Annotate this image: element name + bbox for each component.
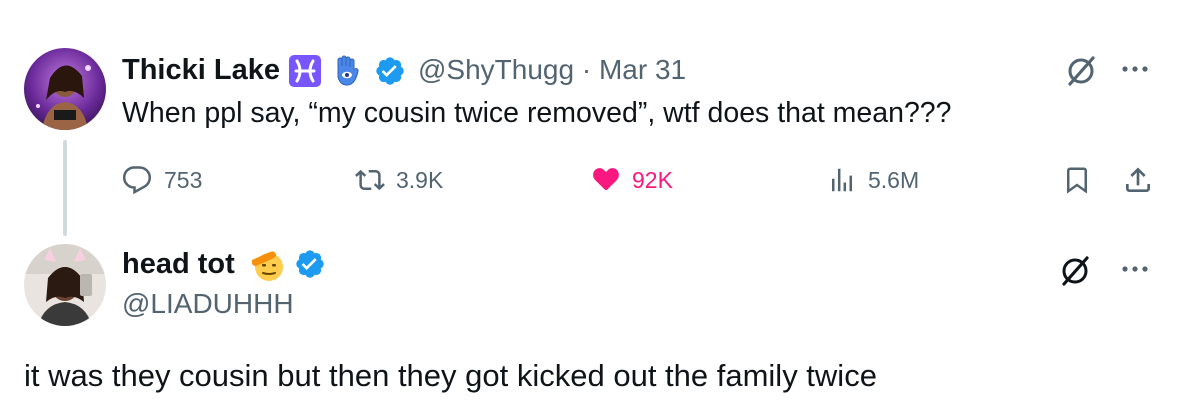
reply-more-options-icon[interactable]	[1115, 262, 1155, 276]
like-count: 92K	[632, 166, 673, 193]
reply-icon	[122, 165, 152, 195]
reply-author-name[interactable]: head tot	[122, 248, 235, 281]
more-options-icon[interactable]	[1115, 62, 1155, 76]
author-handle-and-date[interactable]: @ShyThugg · Mar 31	[418, 54, 686, 86]
reply-avatar[interactable]	[24, 244, 106, 326]
reply-avatar-image	[24, 244, 106, 326]
hamsa-hand-emoji-icon	[330, 53, 364, 89]
tweet-date[interactable]: Mar 31	[599, 54, 686, 85]
reply-action[interactable]: 753	[122, 164, 202, 196]
avatar[interactable]	[24, 48, 106, 130]
author-name[interactable]: Thicki Lake	[122, 54, 280, 87]
views-chart-icon	[826, 165, 858, 195]
reply-grok-icon[interactable]	[1058, 254, 1092, 288]
saluting-face-emoji-icon	[248, 244, 288, 284]
verified-badge-icon[interactable]	[374, 55, 406, 87]
retweet-icon	[354, 165, 386, 195]
reply-tweet-text: it was they cousin but then they got kic…	[24, 358, 877, 393]
retweet-action[interactable]: 3.9K	[354, 164, 443, 196]
tweet-text: When ppl say, “my cousin twice removed”,…	[122, 97, 952, 129]
reply-verified-badge-icon[interactable]	[294, 248, 326, 280]
share-icon[interactable]	[1122, 164, 1154, 196]
avatar-image	[24, 48, 106, 130]
thread-connector-line	[63, 140, 67, 236]
view-count: 5.6M	[868, 166, 920, 193]
like-action[interactable]: 92K	[590, 164, 673, 196]
bookmark-icon[interactable]	[1062, 164, 1092, 196]
reply-author-handle[interactable]: @LIADUHHH	[122, 288, 294, 320]
views-action[interactable]: 5.6M	[826, 164, 919, 196]
author-handle[interactable]: @ShyThugg	[418, 54, 574, 85]
pisces-emoji-icon	[288, 54, 322, 88]
heart-filled-icon	[590, 165, 622, 195]
reply-count: 753	[164, 166, 203, 193]
retweet-count: 3.9K	[396, 166, 444, 193]
grok-icon[interactable]	[1064, 54, 1098, 88]
dot-separator: ·	[581, 54, 592, 85]
